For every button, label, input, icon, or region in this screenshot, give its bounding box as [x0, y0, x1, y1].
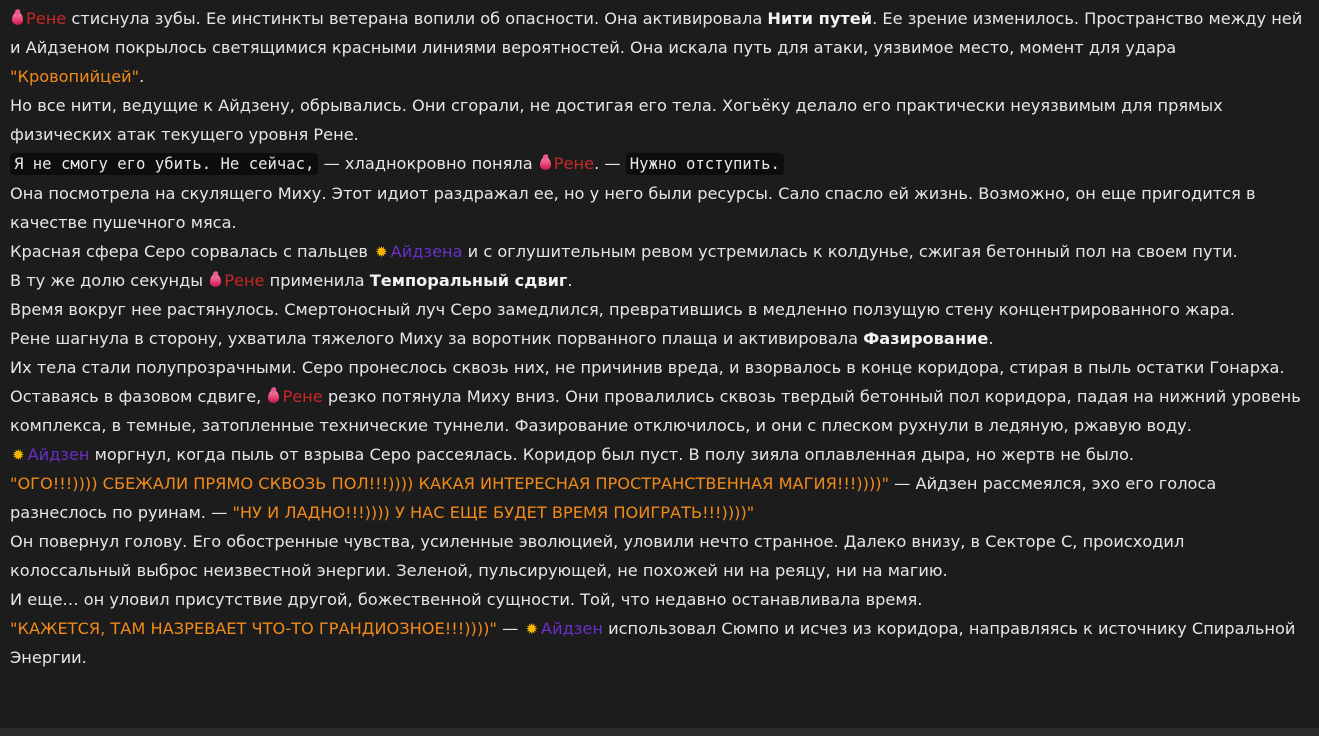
sun-icon: ✹	[12, 446, 25, 464]
dialogue-shout: "КАЖЕТСЯ, ТАМ НАЗРЕВАЕТ ЧТО-ТО ГРАНДИОЗН…	[10, 619, 497, 638]
bottom-divider	[0, 728, 1319, 736]
character-name-aizen: Айдзена	[390, 242, 463, 261]
story-paragraph: Время вокруг нее растянулось. Смертоносн…	[10, 295, 1310, 324]
skill-name: Темпоральный сдвиг	[369, 271, 568, 290]
narration-text: .	[988, 329, 994, 348]
blood-drop-icon	[210, 274, 222, 287]
narration-text: моргнул, когда пыль от взрыва Серо рассе…	[89, 445, 1135, 464]
narration-text: В ту же долю секунды	[10, 271, 209, 290]
story-text: Рене стиснула зубы. Ее инстинкты ветеран…	[10, 4, 1310, 672]
narration-text: .	[567, 271, 573, 290]
character-name-rene: Рене	[26, 9, 67, 28]
character-name-aizen: Айдзен	[541, 619, 603, 638]
narration-text: Но все нити, ведущие к Айдзену, обрывали…	[10, 96, 1223, 144]
narration-text: . —	[594, 154, 626, 173]
narration-text: Красная сфера Серо сорвалась с пальцев	[10, 242, 374, 261]
character-name-rene: Рене	[553, 154, 595, 173]
narration-text: Их тела стали полупрозрачными. Серо прон…	[10, 358, 1285, 377]
story-paragraph: Красная сфера Серо сорвалась с пальцев ✹…	[10, 237, 1310, 266]
narration-text: Она посмотрела на скулящего Миху. Этот и…	[10, 184, 1256, 232]
dialogue-shout: "ОГО!!!)))) СБЕЖАЛИ ПРЯМО СКВОЗЬ ПОЛ!!!)…	[10, 474, 890, 493]
story-paragraph: Оставаясь в фазовом сдвиге, Рене резко п…	[10, 382, 1310, 440]
narration-text: и с оглушительным ревом устремилась к ко…	[462, 242, 1238, 261]
sun-icon: ✹	[375, 243, 388, 261]
blood-drop-icon	[12, 12, 23, 25]
story-paragraph: Он повернул голову. Его обостренные чувс…	[10, 527, 1310, 585]
story-paragraph: Но все нити, ведущие к Айдзену, обрывали…	[10, 91, 1310, 149]
dialogue-shout: "НУ И ЛАДНО!!!)))) У НАС ЕЩЕ БУДЕТ ВРЕМЯ…	[232, 503, 755, 522]
story-paragraph: Она посмотрела на скулящего Миху. Этот и…	[10, 179, 1310, 237]
sun-icon: ✹	[525, 620, 539, 638]
narration-text: Оставаясь в фазовом сдвиге,	[10, 387, 267, 406]
story-paragraph: "КАЖЕТСЯ, ТАМ НАЗРЕВАЕТ ЧТО-ТО ГРАНДИОЗН…	[10, 614, 1310, 672]
narration-text: Время вокруг нее растянулось. Смертоносн…	[10, 300, 1235, 319]
skill-name: Нити путей	[767, 9, 873, 28]
narration-text: Рене шагнула в сторону, ухватила тяжелог…	[10, 329, 864, 348]
character-name-rene: Рене	[282, 387, 323, 406]
character-name-rene: Рене	[224, 271, 265, 290]
narration-text: стиснула зубы. Ее инстинкты ветерана воп…	[66, 9, 768, 28]
story-paragraph: Рене шагнула в сторону, ухватила тяжелог…	[10, 324, 1310, 353]
narration-text: И еще… он уловил присутствие другой, бож…	[10, 590, 923, 609]
story-paragraph: Я не смогу его убить. Не сейчас, — хладн…	[10, 149, 1310, 179]
weapon-name: "Кровопийцей"	[10, 67, 140, 86]
story-paragraph: "ОГО!!!)))) СБЕЖАЛИ ПРЯМО СКВОЗЬ ПОЛ!!!)…	[10, 469, 1310, 527]
narration-text: .	[139, 67, 145, 86]
story-paragraph: ✹ Айдзен моргнул, когда пыль от взрыва Се…	[10, 440, 1310, 469]
inner-thought: Я не смогу его убить. Не сейчас,	[10, 153, 319, 175]
inner-thought: Нужно отступить.	[625, 153, 784, 175]
narration-text: применила	[264, 271, 370, 290]
skill-name: Фазирование	[863, 329, 989, 348]
story-paragraph: В ту же долю секунды Рене применила Темп…	[10, 266, 1310, 295]
narration-text: — хладнокровно поняла	[318, 154, 538, 173]
story-paragraph: Рене стиснула зубы. Ее инстинкты ветеран…	[10, 4, 1310, 91]
character-name-aizen: Айдзен	[27, 445, 90, 464]
narration-text: Он повернул голову. Его обостренные чувс…	[10, 532, 1185, 580]
blood-drop-icon	[268, 390, 280, 403]
story-paragraph: И еще… он уловил присутствие другой, бож…	[10, 585, 1310, 614]
story-paragraph: Их тела стали полупрозрачными. Серо прон…	[10, 353, 1310, 382]
narration-text: —	[496, 619, 524, 638]
blood-drop-icon	[539, 157, 551, 170]
